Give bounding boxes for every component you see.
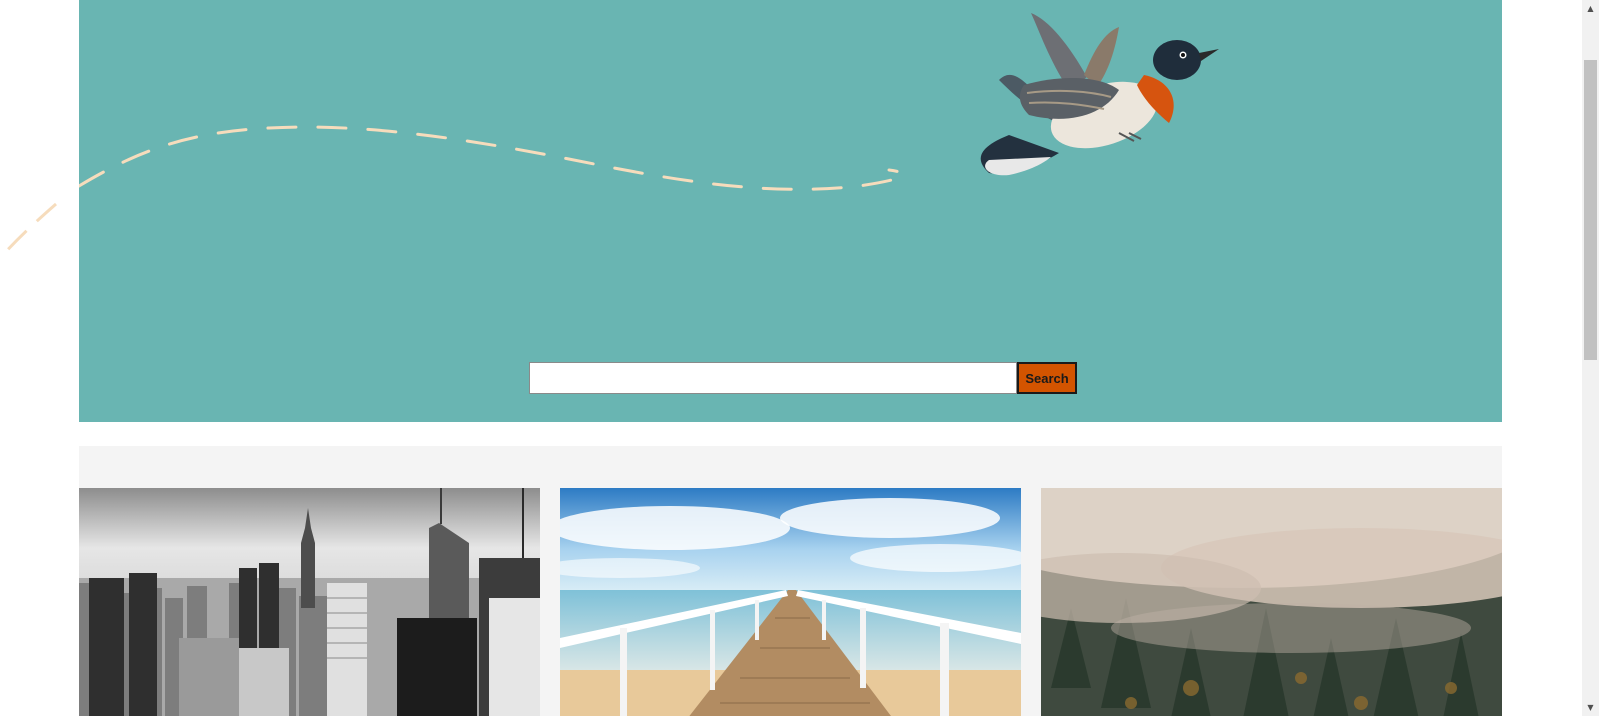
gallery-card-city[interactable] [79,488,540,716]
flight-path-left [0,202,57,260]
vertical-scrollbar[interactable]: ▲ ▼ [1582,0,1599,716]
foggy-forest-photo-icon [1041,488,1502,716]
search-input[interactable] [529,362,1017,394]
image-gallery [79,446,1502,716]
pier-photo-icon [560,488,1021,716]
scroll-down-arrow-icon[interactable]: ▼ [1582,699,1599,716]
bird-icon [980,13,1219,176]
gallery-card-pier[interactable] [560,488,1021,716]
city-skyline-photo-icon [79,488,540,716]
page: Search ▲ ▼ [0,0,1599,716]
gallery-card-forest[interactable] [1041,488,1502,716]
flight-path [79,125,905,191]
scroll-up-arrow-icon[interactable]: ▲ [1582,0,1599,17]
hero-banner: Search [79,0,1502,422]
search-bar: Search [529,362,1077,394]
search-button[interactable]: Search [1017,362,1077,394]
scrollbar-thumb[interactable] [1584,60,1597,360]
